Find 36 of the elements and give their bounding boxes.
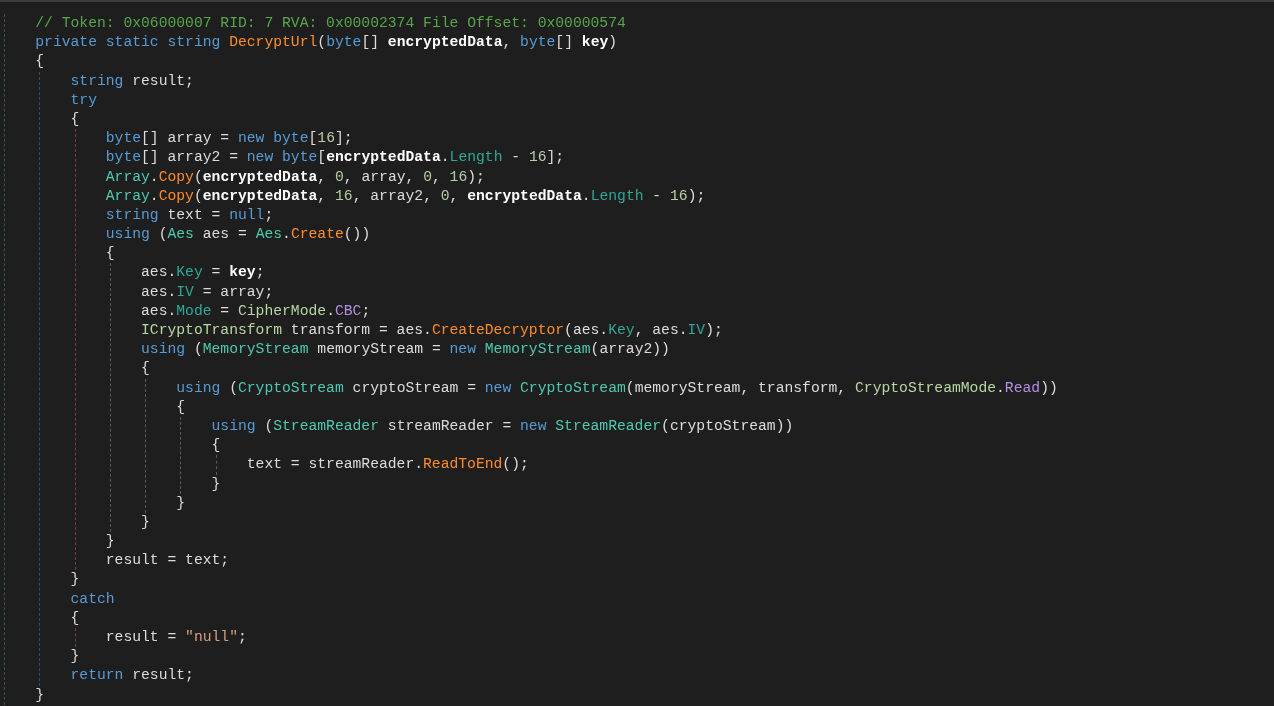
code-line: result = text; — [105, 551, 231, 571]
code-line: byte[] array = new byte[16]; — [105, 129, 354, 149]
code-line: using (StreamReader streamReader = new StreamReader(cryptoStream)) — [211, 416, 795, 436]
code-line: return result; — [70, 666, 195, 686]
code-line: try — [70, 90, 98, 110]
code-line: result = "null"; — [105, 628, 248, 647]
code-line: } — [105, 532, 116, 552]
code-line: } — [211, 474, 222, 494]
code-line: string result; — [70, 71, 195, 91]
code-line: Array.Copy(encryptedData, 0, array, 0, 16); — [105, 167, 486, 187]
code-line: } — [176, 493, 187, 513]
code-line: Array.Copy(encryptedData, 16, array2, 0, encryptedData.Length - 16); — [105, 186, 707, 206]
code-line: text = streamReader.ReadToEnd(); — [246, 455, 530, 475]
code-line: using (CryptoStream cryptoStream = new CryptoStream(memoryStream, transform, CryptoStreamMode.Read)) — [176, 378, 1059, 398]
code-line: aes.Key = key; — [141, 263, 266, 283]
code-line: { — [70, 608, 81, 628]
code-line: { — [141, 359, 151, 379]
code-line: // Token: 0x06000007 RID: 7 RVA: 0x00002374 File Offset: 0x00000574 — [35, 14, 627, 33]
code-line: } — [141, 512, 151, 532]
code-line: private static string DecryptUrl(byte[] encryptedData, byte[] key) — [35, 33, 619, 53]
code-line: ICryptoTransform transform = aes.CreateDecryptor(aes.Key, aes.IV); — [141, 321, 724, 340]
code-line: { — [70, 109, 81, 129]
code-line: { — [35, 52, 46, 72]
code-line: aes.Mode = CipherMode.CBC; — [141, 301, 372, 321]
code-line: } — [70, 570, 81, 590]
code-line: } — [70, 647, 81, 667]
code-line: catch — [70, 589, 116, 609]
code-line: using (Aes aes = Aes.Create()) — [105, 225, 372, 245]
code-line: { — [211, 436, 222, 456]
code-line: using (MemoryStream memoryStream = new MemoryStream(array2)) — [141, 340, 671, 360]
code-line: } — [35, 685, 46, 705]
code-line: { — [176, 397, 187, 417]
code-line: { — [105, 244, 116, 264]
code-line: aes.IV = array; — [141, 282, 275, 302]
code-line: string text = null; — [105, 205, 275, 225]
code-line: byte[] array2 = new byte[encryptedData.Length - 16]; — [105, 148, 566, 168]
